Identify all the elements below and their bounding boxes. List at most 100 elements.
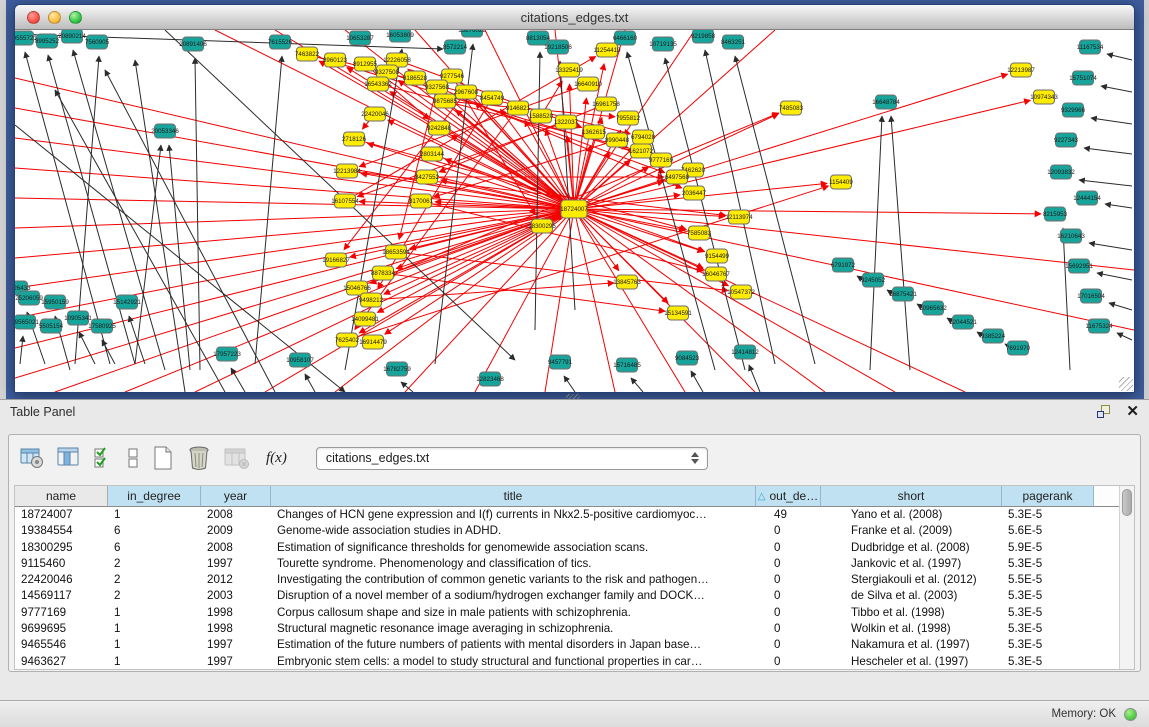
cell-name[interactable]: 9777169 [15,605,108,621]
graph-node[interactable]: 8912955 [353,57,378,71]
cell-out_de[interactable]: 0 [756,605,821,621]
column-header-year[interactable]: year [201,486,271,507]
graph-node[interactable]: 18653594 [382,245,410,259]
graph-node[interactable]: 15950159 [41,295,69,309]
graph-node[interactable]: 7615526 [268,35,293,49]
cell-title[interactable]: Embryonic stem cells: a model to study s… [271,654,756,669]
table-row[interactable]: 1938455462009Genome-wide association stu… [15,523,1119,539]
cell-year[interactable]: 1997 [201,556,271,572]
graph-node[interactable]: 8990448 [605,133,630,147]
graph-node[interactable]: 11254419 [593,43,621,57]
graph-node[interactable]: 12823468 [476,372,504,386]
cell-name[interactable]: 9463627 [15,654,108,669]
graph-node[interactable]: 19565021 [15,315,39,329]
graph-node[interactable]: 9498212 [359,293,384,307]
graph-node[interactable]: 12444154 [1073,191,1101,205]
cell-out_de[interactable]: 0 [756,654,821,669]
table-selector-combobox[interactable]: citations_edges.txt [316,447,708,470]
cell-short[interactable]: Hescheler et al. (1997) [821,654,1002,669]
graph-node[interactable]: 15751074 [1069,71,1097,85]
column-header-in_degree[interactable]: in_degree [108,486,201,507]
cell-in_degree[interactable]: 1 [108,605,201,621]
graph-node[interactable]: 11675324 [1085,319,1113,333]
graph-node[interactable]: 8878334 [371,266,396,280]
cell-title[interactable]: Changes of HCN gene expression and I(f) … [271,507,756,523]
cell-year[interactable]: 2008 [201,540,271,556]
graph-node[interactable]: 10719135 [649,37,677,51]
graph-node[interactable]: 10958107 [286,353,314,367]
cell-short[interactable]: Jankovic et al. (1997) [821,556,1002,572]
graph-node[interactable]: 16648784 [872,95,900,109]
graph-node[interactable]: 9084523 [675,351,700,365]
graph-node[interactable]: 8813054 [526,31,551,45]
graph-node[interactable]: 15716485 [613,358,641,372]
graph-node[interactable]: 5505154 [39,319,64,333]
graph-node[interactable]: 17580925 [88,319,116,333]
cell-title[interactable]: Structural magnetic resonance image aver… [271,621,756,637]
cell-pagerank[interactable]: 5.3E-5 [1002,637,1094,653]
cell-short[interactable]: Nakamura et al. (1997) [821,637,1002,653]
graph-node[interactable]: 2803144 [420,147,445,161]
graph-node[interactable]: 16107554 [331,194,359,208]
window-titlebar[interactable]: citations_edges.txt [15,5,1134,30]
cell-out_de[interactable]: 0 [756,540,821,556]
graph-node[interactable]: 8186528 [403,71,428,85]
window-resize-grip[interactable] [1119,377,1133,391]
graph-node[interactable]: 1362615 [582,125,607,139]
cell-year[interactable]: 2012 [201,572,271,588]
graph-node[interactable]: 8454749 [480,91,505,105]
table-row[interactable]: 946554611997Estimation of the future num… [15,637,1119,653]
graph-node[interactable]: 16543362 [364,77,392,91]
scrollbar-thumb[interactable] [1122,489,1132,516]
graph-node[interactable]: 10653287 [346,31,374,45]
minimize-window-icon[interactable] [48,11,61,24]
select-all-icon[interactable] [93,446,115,470]
graph-node[interactable]: 19218506 [544,40,572,54]
cell-title[interactable]: Corpus callosum shape and size in male p… [271,605,756,621]
cell-name[interactable]: 9115460 [15,556,108,572]
graph-node[interactable]: 16046767 [702,267,730,281]
cell-year[interactable]: 2008 [201,507,271,523]
graph-node[interactable]: 15134591 [664,306,692,320]
graph-node[interactable]: 9242848 [427,121,452,135]
graph-node[interactable]: 9245052 [861,273,886,287]
graph-node[interactable]: 15142921 [113,295,141,309]
graph-node[interactable]: 10965632 [919,301,947,315]
cell-year[interactable]: 1998 [201,621,271,637]
graph-node[interactable]: 12213987 [1007,63,1035,77]
cell-year[interactable]: 1997 [201,654,271,669]
graph-node[interactable]: 12044521 [949,315,977,329]
function-builder-icon[interactable]: f(x) [262,450,293,467]
graph-node[interactable]: 16640910 [574,77,602,91]
graph-node[interactable]: 10974343 [1030,90,1058,104]
graph-node[interactable]: 16875421 [889,287,917,301]
cell-out_de[interactable]: 0 [756,572,821,588]
table-row[interactable]: 2242004622012Investigating the contribut… [15,572,1119,588]
graph-node[interactable]: 12414812 [731,345,759,359]
cell-in_degree[interactable]: 6 [108,540,201,556]
cell-pagerank[interactable]: 5.9E-5 [1002,540,1094,556]
graph-node[interactable]: 17016504 [1077,289,1105,303]
graph-node[interactable]: 7955812 [616,111,641,125]
graph-node[interactable]: 9154499 [705,249,730,263]
graph-node[interactable]: 20053346 [151,124,179,138]
graph-node[interactable]: 20891406 [179,37,207,51]
graph-node[interactable]: 1621072 [629,144,654,158]
graph-node[interactable]: 2718126 [342,132,367,146]
column-header-pagerank[interactable]: pagerank [1002,486,1094,507]
cell-in_degree[interactable]: 1 [108,654,201,669]
network-view-window[interactable]: citations_edges.txt 10555721899525220890… [14,4,1135,393]
cell-year[interactable]: 1997 [201,637,271,653]
table-row[interactable]: 1456911722003Disruption of a novel membe… [15,588,1119,604]
table-row[interactable]: 946362711997Embryonic stem cells: a mode… [15,654,1119,669]
graph-node[interactable]: 1322037 [554,115,579,129]
cell-name[interactable]: 9699695 [15,621,108,637]
graph-node[interactable]: 16782759 [383,362,411,376]
cell-year[interactable]: 1998 [201,605,271,621]
cell-short[interactable]: Dudbridge et al. (2008) [821,540,1002,556]
graph-node[interactable]: 9329966 [1061,103,1086,117]
cell-out_de[interactable]: 0 [756,556,821,572]
cell-pagerank[interactable]: 5.3E-5 [1002,588,1094,604]
select-columns-icon[interactable] [56,446,82,470]
graph-node[interactable]: 9227343 [1054,133,1079,147]
